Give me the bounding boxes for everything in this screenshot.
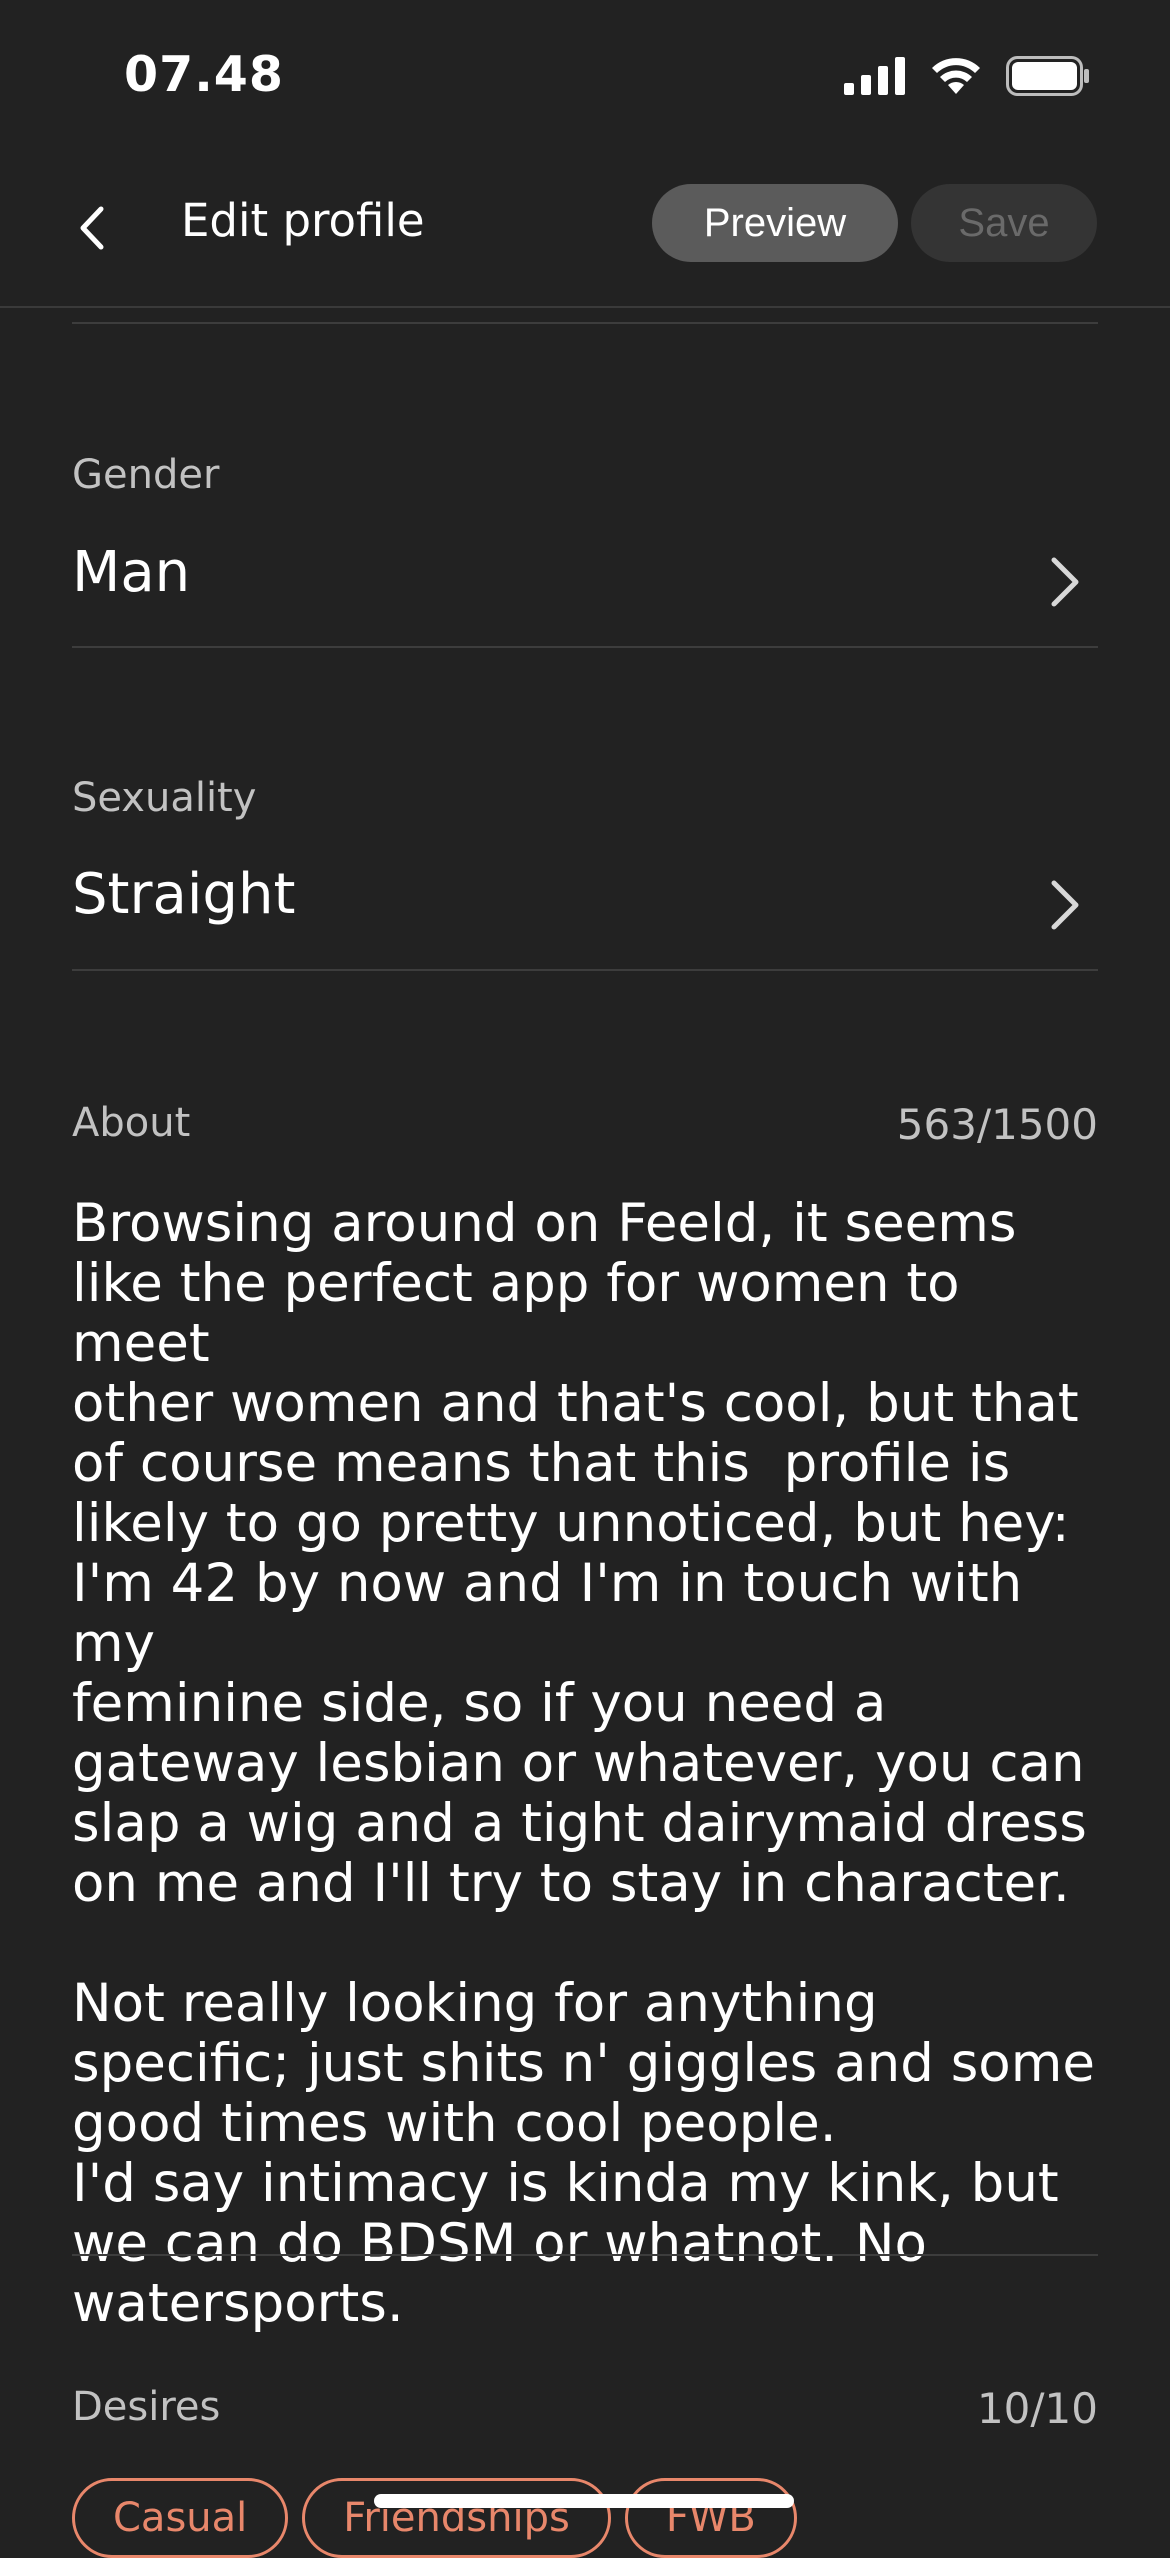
- section-divider: [72, 2254, 1098, 2256]
- desire-chip-casual[interactable]: Casual: [72, 2478, 289, 2558]
- status-time: 07.48: [124, 46, 284, 103]
- cellular-signal-icon: [844, 57, 905, 95]
- preview-button[interactable]: Preview: [652, 184, 898, 262]
- gender-value: Man: [72, 540, 191, 605]
- sexuality-label: Sexuality: [72, 775, 257, 821]
- about-character-counter: 563/1500: [896, 1100, 1098, 1149]
- back-button[interactable]: [62, 198, 122, 258]
- about-textarea[interactable]: Browsing around on Feeld, it seems like …: [72, 1194, 1112, 2334]
- desires-chips: Casual Friendships FWB: [72, 2478, 797, 2558]
- chevron-right-icon: [1051, 557, 1079, 607]
- chevron-right-icon: [1051, 880, 1079, 930]
- status-icons: [844, 56, 1090, 96]
- chevron-left-icon: [80, 206, 104, 250]
- section-divider: [72, 646, 1098, 648]
- desire-chip-fwb[interactable]: FWB: [624, 2478, 797, 2558]
- gender-label: Gender: [72, 452, 220, 498]
- desires-label: Desires: [72, 2384, 221, 2430]
- section-divider: [72, 322, 1098, 324]
- page-title: Edit profile: [181, 194, 425, 247]
- desire-chip-friendships[interactable]: Friendships: [302, 2478, 611, 2558]
- home-indicator[interactable]: [374, 2494, 794, 2508]
- status-bar: 07.48: [0, 0, 1170, 150]
- wifi-icon: [932, 58, 980, 94]
- battery-icon: [1006, 56, 1089, 96]
- desires-counter: 10/10: [976, 2384, 1098, 2433]
- about-label: About: [72, 1100, 191, 1146]
- section-divider: [72, 969, 1098, 971]
- header: Edit profile Preview Save: [0, 150, 1170, 308]
- save-button[interactable]: Save: [911, 184, 1097, 262]
- sexuality-value: Straight: [72, 862, 296, 927]
